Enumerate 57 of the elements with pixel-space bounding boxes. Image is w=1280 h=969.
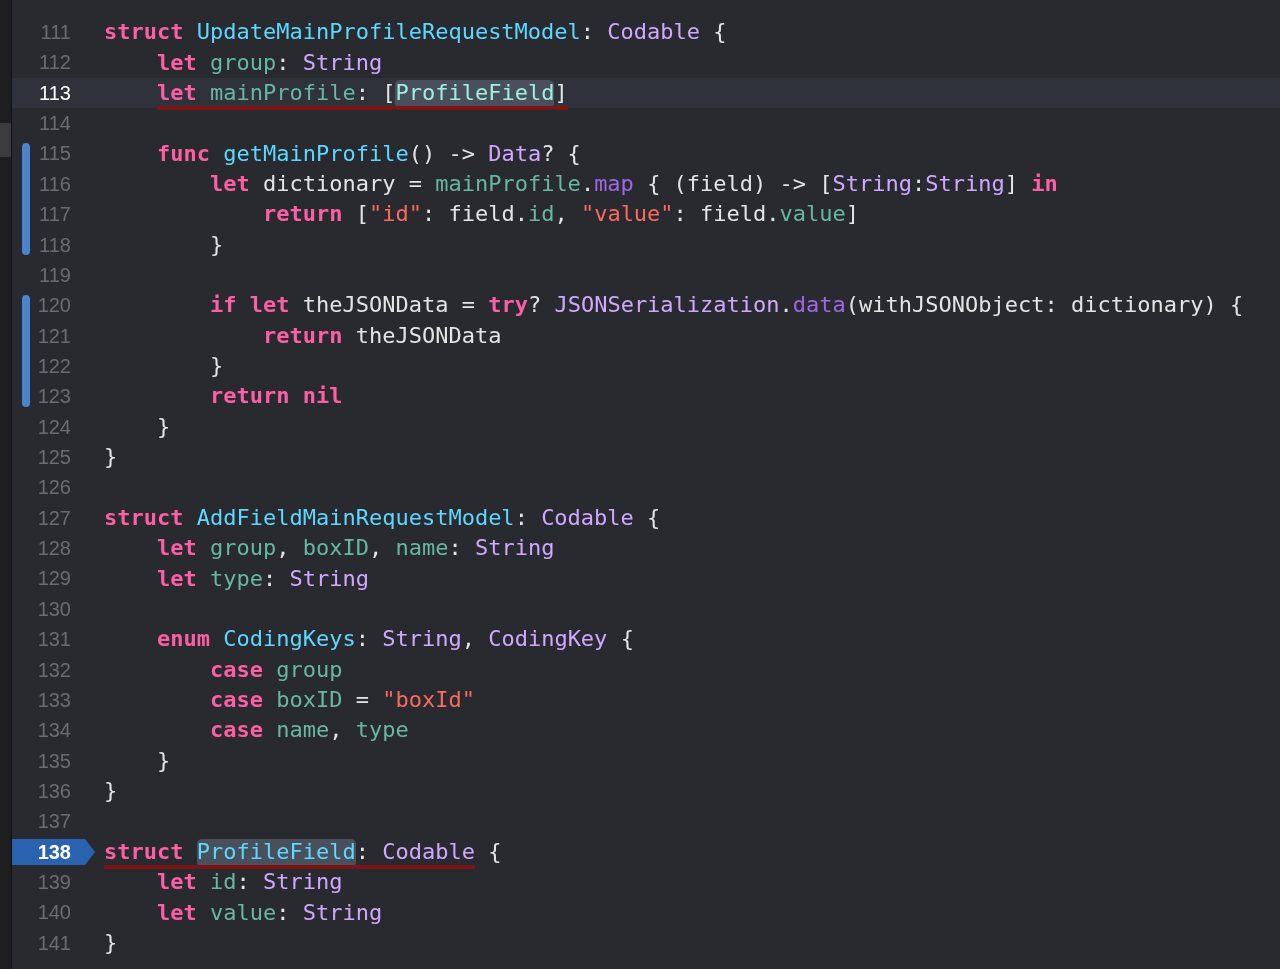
breakpoint-marker[interactable]: 138	[12, 838, 95, 865]
line-number: 120	[36, 293, 72, 319]
code-line: let dictionary = mainProfile.map { (field) -> [String:String] in	[208, 169, 1058, 198]
line-number: 115	[38, 141, 72, 167]
code-line: }	[208, 230, 224, 259]
code-line: }	[156, 412, 171, 441]
code-line: enum CodingKeys: String, CodingKey {	[156, 625, 634, 654]
code-line: }	[104, 443, 118, 472]
line-number: 137	[36, 809, 72, 835]
line-number: 117	[38, 202, 72, 228]
line-number: 134	[36, 718, 72, 744]
code-line: case name, type	[208, 716, 409, 745]
code-line: let mainProfile: [ProfileField]	[104, 77, 568, 108]
code-line: struct ProfileField: Codable {	[104, 836, 502, 867]
line-number: 127	[36, 505, 72, 531]
code-line: let group, boxID, name: String	[156, 534, 555, 563]
line-number: 119	[38, 262, 72, 288]
line-number: 128	[36, 536, 72, 562]
line-number: 124	[36, 414, 72, 440]
code-line: case group	[208, 655, 343, 684]
line-number: 131	[36, 627, 72, 653]
line-number: 141	[36, 930, 72, 956]
line-number: 140	[36, 900, 72, 926]
code-line: struct UpdateMainProfileRequestModel: Codable {	[104, 18, 727, 47]
code-line: }	[208, 352, 224, 381]
code-line: }	[156, 746, 171, 775]
line-number: 133	[36, 687, 72, 713]
line-number: 116	[38, 171, 72, 197]
line-number: 114	[38, 111, 72, 137]
line-number: 135	[36, 748, 72, 774]
code-line: return theJSONData	[261, 321, 502, 350]
code-line: return nil	[208, 382, 343, 411]
code-line: }	[104, 928, 118, 957]
line-number: 130	[36, 596, 72, 622]
line-number: 118	[38, 232, 72, 258]
code-line: if let theJSONData = try? JSONSerialization.data(withJSONObject: dictionary) {	[208, 291, 1244, 320]
line-number: 111	[39, 20, 72, 45]
code-line: let group: String	[156, 48, 383, 77]
code-line: return ["id": field.id, "value": field.value]	[261, 200, 860, 229]
line-number: 132	[36, 657, 72, 683]
line-number: 129	[36, 566, 72, 592]
line-number: 136	[36, 779, 72, 804]
line-number: 121	[36, 323, 72, 349]
code-line: }	[104, 777, 118, 806]
line-number: 123	[36, 384, 72, 410]
line-number: 125	[36, 445, 72, 471]
code-line: case boxID = "boxId"	[208, 686, 475, 715]
code-line: struct AddFieldMainRequestModel: Codable {	[104, 503, 661, 532]
code-line: let type: String	[156, 564, 369, 593]
line-number: 139	[36, 870, 72, 896]
line-number: 122	[36, 353, 72, 379]
code-line: let id: String	[156, 868, 343, 897]
code-line: let value: String	[156, 898, 383, 927]
line-number: 113	[38, 80, 72, 106]
code-line: func getMainProfile() -> Data? {	[156, 139, 581, 168]
line-number: 112	[38, 50, 72, 76]
line-number: 126	[36, 475, 72, 501]
